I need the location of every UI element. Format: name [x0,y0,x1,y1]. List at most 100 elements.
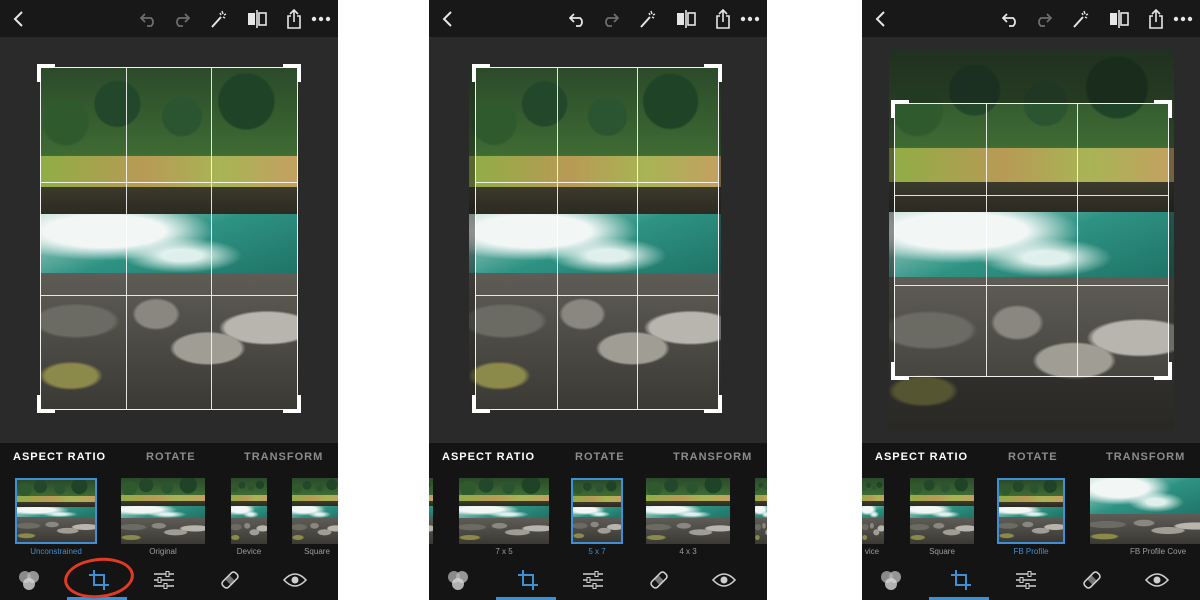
back-icon[interactable] [8,8,30,30]
thumb-square[interactable] [910,478,974,544]
thumb-label: Device [236,547,262,556]
magic-wand-icon[interactable] [637,8,659,30]
redo-icon[interactable] [170,8,192,30]
redo-icon[interactable] [599,8,621,30]
more-icon[interactable] [310,8,332,30]
thumb-square[interactable] [292,478,338,544]
tab-aspect-ratio[interactable]: ASPECT RATIO [442,451,535,463]
undo-icon[interactable] [138,8,160,30]
thumb-label: Original [149,547,177,556]
heal-icon[interactable] [217,568,243,592]
tab-transform[interactable]: TRANSFORM [1106,451,1185,463]
tab-rotate[interactable]: ROTATE [146,451,196,463]
crop-tabs: ASPECT RATIO ROTATE TRANSFORM [0,443,338,473]
looks-icon[interactable] [445,568,471,592]
bottom-toolbar [429,560,767,600]
eye-icon[interactable] [711,568,737,592]
share-icon[interactable] [283,8,305,30]
aspect-ratio-strip: vice Square FB Profile FB Profile Cove [862,473,1200,560]
thumb-partial[interactable] [755,478,767,544]
magic-wand-icon[interactable] [1070,8,1092,30]
editor-panel-3: ASPECT RATIO ROTATE TRANSFORM vice Squar… [862,0,1200,600]
thumb-label: 7 x 5 [495,547,513,556]
photo-canvas [0,37,338,443]
crop-handle-top-left[interactable] [891,100,909,118]
thumb-fb-profile-cover[interactable] [1090,478,1200,544]
crop-handle-bottom-left[interactable] [37,395,55,413]
top-toolbar [429,0,767,37]
share-icon[interactable] [712,8,734,30]
compare-icon[interactable] [1108,8,1130,30]
crop-frame[interactable] [40,67,298,410]
crop-handle-bottom-right[interactable] [1154,362,1172,380]
more-icon[interactable] [739,8,761,30]
compare-icon[interactable] [246,8,268,30]
undo-icon[interactable] [567,8,589,30]
thumb-label: vice [864,547,880,556]
crop-icon[interactable] [948,568,974,592]
thumb-fb-profile[interactable] [997,478,1065,544]
crop-handle-bottom-right[interactable] [704,395,722,413]
crop-mask [889,49,1174,103]
adjust-icon[interactable] [580,568,606,592]
thumb-label: 5 x 7 [588,547,606,556]
crop-handle-top-left[interactable] [472,64,490,82]
thumb-label: FB Profile [1013,547,1049,556]
thumb-unconstrained[interactable] [15,478,97,544]
back-icon[interactable] [870,8,892,30]
editor-panel-1: ASPECT RATIO ROTATE TRANSFORM Unconstrai… [0,0,338,600]
bottom-toolbar [0,560,338,600]
crop-handle-top-right[interactable] [283,64,301,82]
thumb-device[interactable] [862,478,884,544]
redo-icon[interactable] [1032,8,1054,30]
crop-handle-top-left[interactable] [37,64,55,82]
heal-icon[interactable] [1079,568,1105,592]
aspect-ratio-strip: Unconstrained Original Device Square [0,473,338,560]
photo-canvas [429,37,767,443]
looks-icon[interactable] [878,568,904,592]
thumb-4x3[interactable] [646,478,730,544]
tab-aspect-ratio[interactable]: ASPECT RATIO [875,451,968,463]
crop-mask [1169,103,1174,377]
tab-transform[interactable]: TRANSFORM [244,451,323,463]
tab-transform[interactable]: TRANSFORM [673,451,752,463]
tab-rotate[interactable]: ROTATE [1008,451,1058,463]
looks-icon[interactable] [16,568,42,592]
thumb-partial[interactable] [429,478,433,544]
crop-handle-top-right[interactable] [1154,100,1172,118]
crop-handle-bottom-left[interactable] [472,395,490,413]
crop-handle-top-right[interactable] [704,64,722,82]
crop-frame[interactable] [894,103,1169,377]
top-toolbar [0,0,338,37]
thumb-label: Square [304,547,330,556]
compare-icon[interactable] [675,8,697,30]
thumb-7x5[interactable] [459,478,549,544]
editor-panel-2: ASPECT RATIO ROTATE TRANSFORM 7 x 5 5 x … [429,0,767,600]
thumb-5x7[interactable] [571,478,623,544]
adjust-icon[interactable] [151,568,177,592]
crop-handle-bottom-right[interactable] [283,395,301,413]
magic-wand-icon[interactable] [208,8,230,30]
crop-icon[interactable] [515,568,541,592]
adjust-icon[interactable] [1013,568,1039,592]
crop-tabs: ASPECT RATIO ROTATE TRANSFORM [862,443,1200,473]
bottom-toolbar [862,560,1200,600]
aspect-ratio-strip: 7 x 5 5 x 7 4 x 3 [429,473,767,560]
back-icon[interactable] [437,8,459,30]
tab-rotate[interactable]: ROTATE [575,451,625,463]
crop-handle-bottom-left[interactable] [891,362,909,380]
crop-frame[interactable] [475,67,719,410]
eye-icon[interactable] [282,568,308,592]
tab-aspect-ratio[interactable]: ASPECT RATIO [13,451,106,463]
heal-icon[interactable] [646,568,672,592]
thumb-original[interactable] [121,478,205,544]
share-icon[interactable] [1145,8,1167,30]
thumb-label: 4 x 3 [679,547,697,556]
thumb-label: Square [929,547,955,556]
more-icon[interactable] [1172,8,1194,30]
thumb-label: FB Profile Cove [1130,547,1187,556]
thumb-label: Unconstrained [30,547,82,556]
thumb-device[interactable] [231,478,267,544]
eye-icon[interactable] [1144,568,1170,592]
undo-icon[interactable] [1000,8,1022,30]
